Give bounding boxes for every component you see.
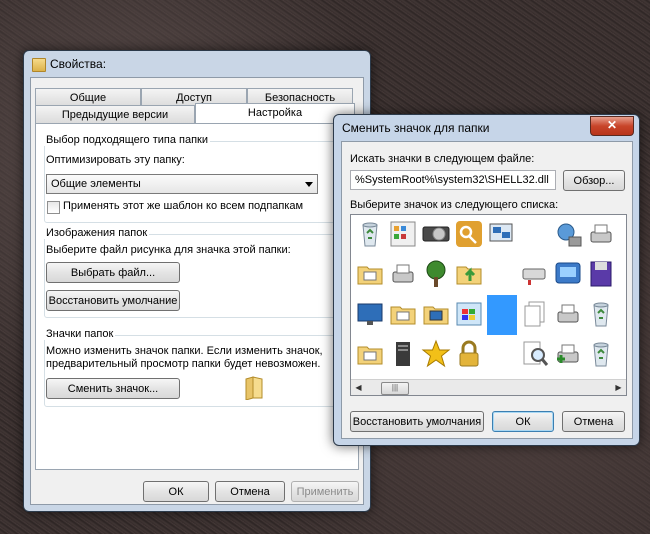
magnifier-icon[interactable] — [520, 339, 550, 369]
printer-fax-icon[interactable] — [553, 299, 583, 329]
folder-pictures-group-label: Изображения папок — [44, 227, 150, 239]
printer-folder-icon[interactable] — [388, 259, 418, 289]
tab-panel: Выбор подходящего типа папки Оптимизиров… — [35, 123, 359, 470]
change-icon-button[interactable]: Сменить значок... — [46, 378, 180, 399]
icon-grid — [351, 215, 626, 379]
server-icon[interactable] — [388, 339, 418, 369]
scroll-right-arrow-icon[interactable]: ▶ — [611, 380, 626, 395]
tab-customize[interactable]: Настройка — [195, 103, 355, 123]
recycle-bin-full-icon[interactable] — [586, 339, 616, 369]
recycle-bin-icon[interactable] — [586, 299, 616, 329]
tree-icon[interactable] — [421, 259, 451, 289]
horizontal-scrollbar[interactable]: ◀ ||| ▶ — [351, 379, 626, 395]
icon-list-label: Выберите значок из следующего списка: — [350, 199, 559, 211]
scroll-thumb[interactable]: ||| — [381, 382, 409, 395]
choose-file-button[interactable]: Выбрать файл... — [46, 262, 180, 283]
selected-blank-icon[interactable] — [487, 295, 517, 335]
system-icon[interactable] — [553, 259, 583, 289]
folder-type-group-label: Выбор подходящего типа папки — [44, 134, 211, 146]
network-drive-icon[interactable] — [520, 259, 550, 289]
close-button[interactable]: ✕ — [590, 116, 634, 136]
restore-default-button[interactable]: Восстановить умолчание — [46, 290, 180, 311]
optimize-combo[interactable]: Общие элементы — [46, 174, 318, 194]
dialog-ok-button[interactable]: ОК — [492, 411, 554, 432]
computer-folder-icon[interactable] — [421, 299, 451, 329]
optimize-combo-value: Общие элементы — [51, 178, 141, 190]
network-search-icon[interactable] — [553, 219, 583, 249]
tab-general[interactable]: Общие — [35, 88, 141, 106]
documents-icon[interactable] — [520, 299, 550, 329]
dialog-client: Искать значки в следующем файле: %System… — [341, 141, 633, 439]
search-file-label: Искать значки в следующем файле: — [350, 153, 535, 165]
dialog-cancel-button[interactable]: Отмена — [562, 411, 625, 432]
printer-network-icon[interactable] — [586, 219, 616, 249]
folder-pictures-desc: Выберите файл рисунка для значка этой па… — [46, 244, 291, 256]
browse-button[interactable]: Обзор... — [563, 170, 625, 191]
folder-printer-icon[interactable] — [355, 259, 385, 289]
blank-icon[interactable] — [487, 259, 517, 289]
folder-icon — [32, 58, 46, 72]
folder-icons-desc-2: предварительный просмотр папки будет нев… — [46, 358, 321, 370]
properties-window: Свойства: Общие Доступ Безопасность Пред… — [23, 50, 371, 512]
star-icon[interactable] — [421, 339, 451, 369]
optimize-label: Оптимизировать эту папку: — [46, 154, 185, 166]
dialog-title: Сменить значок для папки — [342, 121, 490, 135]
blank-icon[interactable] — [520, 219, 550, 249]
control-panel-icon[interactable] — [388, 219, 418, 249]
remote-desktop-icon[interactable] — [487, 219, 517, 249]
floppy-icon[interactable] — [586, 259, 616, 289]
restore-defaults-button[interactable]: Восстановить умолчания — [350, 411, 484, 432]
tab-previous-versions[interactable]: Предыдущие версии — [35, 105, 195, 123]
properties-client: Общие Доступ Безопасность Предыдущие вер… — [30, 77, 364, 505]
padlock-icon[interactable] — [454, 339, 484, 369]
cancel-button[interactable]: Отмена — [215, 481, 285, 502]
blank-icon[interactable] — [487, 339, 517, 369]
windows-window-icon[interactable] — [454, 299, 484, 329]
disk-drive-icon[interactable] — [421, 219, 451, 249]
file-path-input[interactable]: %SystemRoot%\system32\SHELL32.dll — [350, 170, 556, 190]
apply-button[interactable]: Применить — [291, 481, 359, 502]
folder-icons-group-label: Значки папок — [44, 328, 116, 340]
scroll-left-arrow-icon[interactable]: ◀ — [351, 380, 366, 395]
close-icon: ✕ — [606, 118, 618, 132]
change-icon-dialog: Сменить значок для папки ✕ Искать значки… — [333, 114, 640, 446]
ok-button[interactable]: ОК — [143, 481, 209, 502]
folder-up-arrow-icon[interactable] — [454, 259, 484, 289]
window-title: Свойства: — [50, 57, 107, 71]
folder-icons-desc-1: Можно изменить значок папки. Если измени… — [46, 345, 323, 357]
apply-subfolders-label: Применять этот же шаблон ко всем подпапк… — [63, 200, 304, 212]
icon-list[interactable]: ◀ ||| ▶ — [350, 214, 627, 396]
monitor-icon[interactable] — [355, 299, 385, 329]
key-icon[interactable] — [454, 219, 484, 249]
recycle-bin-empty-icon[interactable] — [355, 219, 385, 249]
folder-font-icon[interactable] — [388, 299, 418, 329]
chevron-down-icon — [305, 182, 313, 187]
folder-document-icon[interactable] — [355, 339, 385, 369]
apply-subfolders-checkbox[interactable] — [47, 201, 60, 214]
printer-add-icon[interactable] — [553, 339, 583, 369]
folder-preview-icon — [244, 376, 264, 401]
